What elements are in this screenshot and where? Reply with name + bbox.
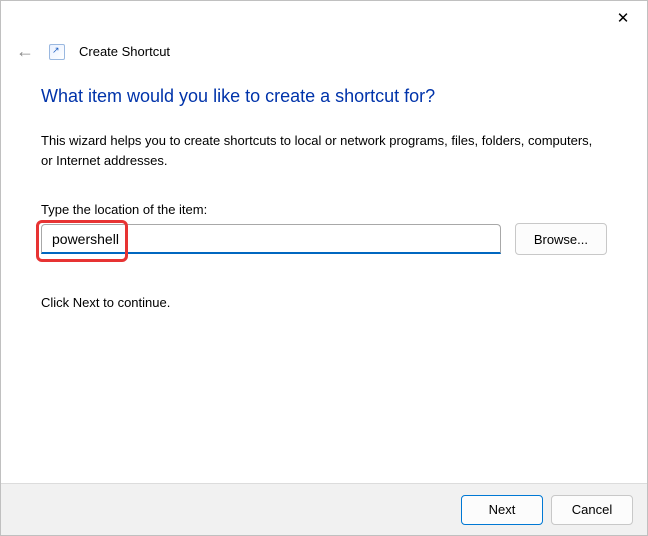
wizard-content: What item would you like to create a sho…	[1, 68, 647, 483]
continue-instruction: Click Next to continue.	[41, 295, 607, 310]
close-icon[interactable]: ✕	[613, 8, 633, 28]
location-input[interactable]	[41, 224, 501, 254]
wizard-header: ← Create Shortcut	[1, 35, 647, 68]
wizard-title: Create Shortcut	[79, 44, 170, 59]
location-input-row: Browse...	[41, 223, 607, 255]
create-shortcut-wizard-window: ✕ ← Create Shortcut What item would you …	[0, 0, 648, 536]
browse-button[interactable]: Browse...	[515, 223, 607, 255]
wizard-button-bar: Next Cancel	[1, 483, 647, 535]
titlebar: ✕	[1, 1, 647, 35]
back-arrow-icon[interactable]: ←	[15, 41, 35, 62]
location-label: Type the location of the item:	[41, 202, 607, 217]
cancel-button[interactable]: Cancel	[551, 495, 633, 525]
page-heading: What item would you like to create a sho…	[41, 86, 607, 107]
next-button[interactable]: Next	[461, 495, 543, 525]
wizard-description: This wizard helps you to create shortcut…	[41, 131, 607, 170]
shortcut-wizard-icon	[49, 44, 65, 60]
